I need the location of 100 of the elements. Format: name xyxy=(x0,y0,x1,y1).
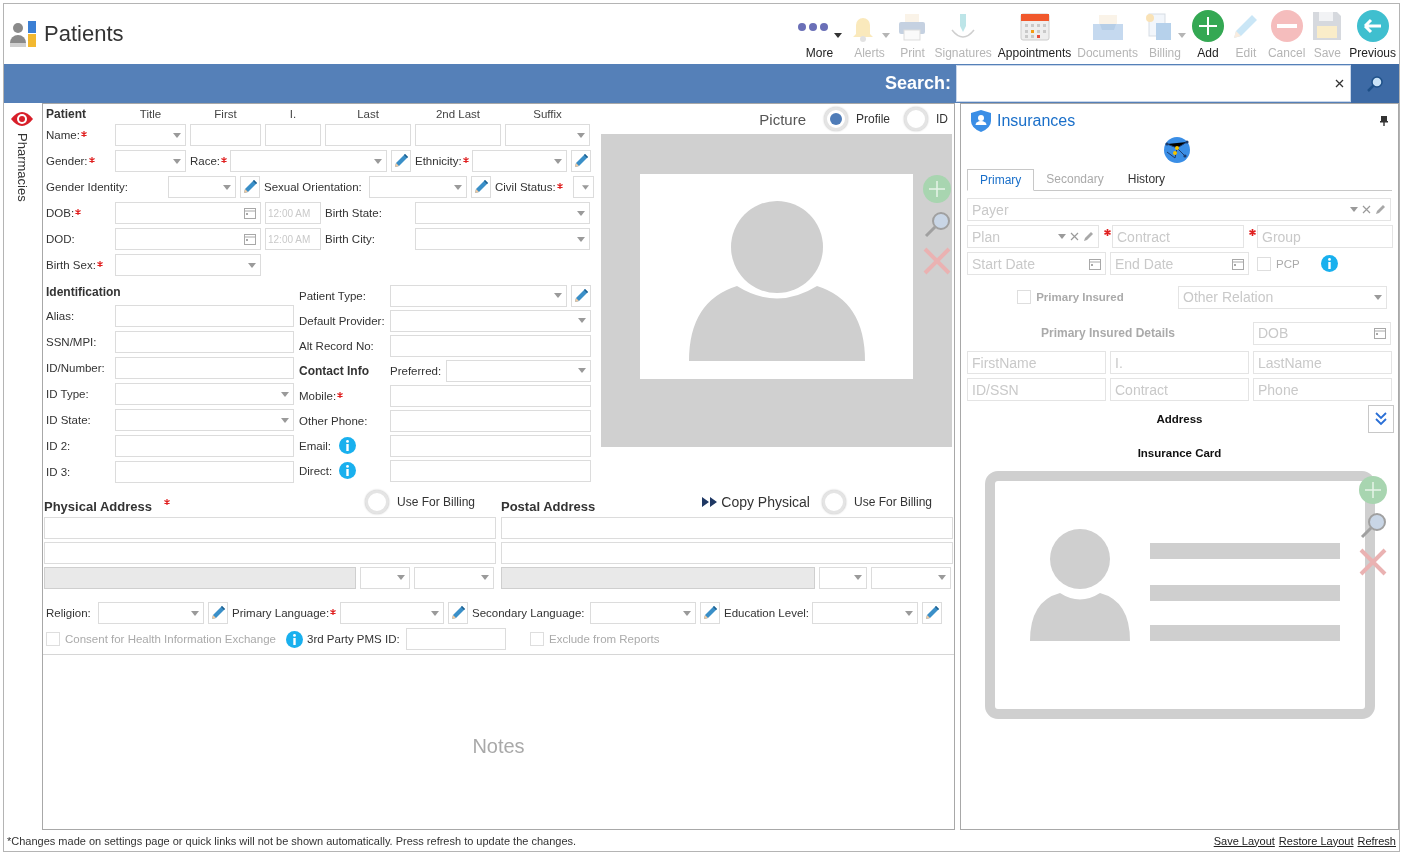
dropdown-field[interactable] xyxy=(390,309,591,332)
text-field[interactable] xyxy=(325,124,411,146)
zoom-icon[interactable] xyxy=(1359,512,1387,540)
search-field[interactable] xyxy=(956,65,1351,102)
caret-icon xyxy=(454,184,462,190)
dropdown-field[interactable] xyxy=(415,202,590,224)
dropdown-field[interactable] xyxy=(115,383,294,405)
info-icon[interactable] xyxy=(339,462,356,479)
dropdown-field[interactable] xyxy=(819,566,867,589)
edit-button[interactable] xyxy=(471,176,491,198)
tab[interactable]: History xyxy=(1115,168,1178,190)
text-field[interactable] xyxy=(501,516,953,539)
info-icon[interactable] xyxy=(286,630,303,648)
text-field[interactable] xyxy=(390,384,591,407)
edit-button[interactable] xyxy=(700,602,720,624)
dropdown-field[interactable] xyxy=(446,359,591,382)
pin-icon[interactable] xyxy=(1380,116,1388,126)
edit-button[interactable] xyxy=(240,176,260,198)
footer-link[interactable]: Restore Layout xyxy=(1278,834,1354,847)
dropdown-field[interactable] xyxy=(505,124,590,146)
delete-icon[interactable] xyxy=(1359,548,1387,576)
dropdown-field[interactable] xyxy=(168,176,236,198)
clear-icon[interactable] xyxy=(1335,79,1344,88)
text-field[interactable] xyxy=(501,541,953,564)
tab[interactable]: Primary xyxy=(967,169,1035,191)
add-icon[interactable] xyxy=(1359,476,1387,504)
dropdown-field[interactable] xyxy=(360,566,410,589)
pencil-icon[interactable] xyxy=(1083,231,1094,242)
delete-icon[interactable] xyxy=(923,247,951,275)
section-heading: Address xyxy=(1156,413,1203,425)
edit-button[interactable] xyxy=(391,150,411,172)
dropdown-field[interactable] xyxy=(414,566,494,589)
add-icon[interactable] xyxy=(923,175,951,203)
text-field[interactable] xyxy=(115,305,294,327)
text-field[interactable] xyxy=(190,124,261,146)
date-field[interactable] xyxy=(115,202,261,224)
toolbar-button[interactable]: Appointments xyxy=(994,5,1075,63)
text-field[interactable] xyxy=(44,541,496,564)
toolbar-button[interactable]: Add xyxy=(1188,5,1227,63)
field-label: Mobile: xyxy=(299,389,344,402)
dropdown-field[interactable] xyxy=(573,176,594,198)
search-button[interactable] xyxy=(1351,64,1399,103)
double-chevron-icon xyxy=(1375,412,1387,426)
info-icon[interactable] xyxy=(339,437,356,454)
text-field[interactable] xyxy=(390,409,591,432)
footer-link[interactable]: Refresh xyxy=(1357,834,1396,847)
calendar-icon[interactable] xyxy=(1374,327,1386,339)
text-field[interactable] xyxy=(115,331,294,353)
caret-icon xyxy=(554,158,562,164)
pencil-icon[interactable] xyxy=(1375,204,1386,215)
edit-button[interactable] xyxy=(571,284,591,307)
text-field[interactable] xyxy=(390,434,591,457)
side-tab[interactable]: Pharmacies xyxy=(4,103,34,202)
edit-button[interactable] xyxy=(208,602,228,624)
zoom-icon[interactable] xyxy=(923,211,951,239)
dropdown-field[interactable] xyxy=(871,566,951,589)
dropdown-field[interactable] xyxy=(472,150,567,172)
edit-button[interactable] xyxy=(448,602,468,624)
toolbar-button[interactable]: More xyxy=(793,5,846,63)
text-field[interactable] xyxy=(115,435,294,457)
dropdown-field[interactable] xyxy=(340,602,444,624)
date-field[interactable] xyxy=(115,228,261,250)
calendar-icon[interactable] xyxy=(1089,257,1101,270)
field-label: Birth Sex: xyxy=(46,259,103,271)
dropdown-field[interactable] xyxy=(812,602,918,624)
text-field[interactable] xyxy=(265,124,321,146)
dropdown-field[interactable] xyxy=(115,254,261,276)
field-label: Secondary Language: xyxy=(472,607,585,619)
radio-button[interactable] xyxy=(904,107,928,131)
calendar-icon[interactable] xyxy=(1232,257,1244,270)
dropdown-field[interactable] xyxy=(590,602,696,624)
expand-button[interactable] xyxy=(1368,405,1394,433)
text-field[interactable] xyxy=(44,516,496,539)
radio-button[interactable] xyxy=(364,489,389,514)
calendar-icon[interactable] xyxy=(244,233,256,245)
dropdown-field[interactable] xyxy=(98,602,204,624)
text-field[interactable] xyxy=(390,334,591,357)
dropdown-field[interactable] xyxy=(115,409,294,431)
dropdown-field[interactable] xyxy=(230,150,387,172)
section-heading: Identification xyxy=(46,285,121,299)
dropdown-field[interactable] xyxy=(115,124,186,146)
footer-link[interactable]: Save Layout xyxy=(1213,834,1275,847)
calendar-icon[interactable] xyxy=(244,207,256,219)
info-icon[interactable] xyxy=(1321,255,1338,272)
dropdown-field[interactable] xyxy=(369,176,467,198)
toolbar-button[interactable]: Previous xyxy=(1346,5,1399,63)
radio-button[interactable] xyxy=(824,107,848,131)
text-field[interactable] xyxy=(415,124,501,146)
radio-button[interactable] xyxy=(821,489,846,514)
text-field[interactable] xyxy=(115,357,294,379)
text-field[interactable] xyxy=(115,461,294,483)
dropdown-field[interactable] xyxy=(115,150,186,172)
network-globe-icon[interactable] xyxy=(1162,136,1191,164)
text-field[interactable] xyxy=(390,459,591,482)
copy-physical-button[interactable]: Copy Physical xyxy=(702,493,810,510)
edit-button[interactable] xyxy=(922,602,942,624)
dropdown-field[interactable] xyxy=(390,284,567,307)
edit-button[interactable] xyxy=(571,150,591,172)
dropdown-field[interactable] xyxy=(415,228,590,250)
text-field[interactable] xyxy=(406,628,506,650)
